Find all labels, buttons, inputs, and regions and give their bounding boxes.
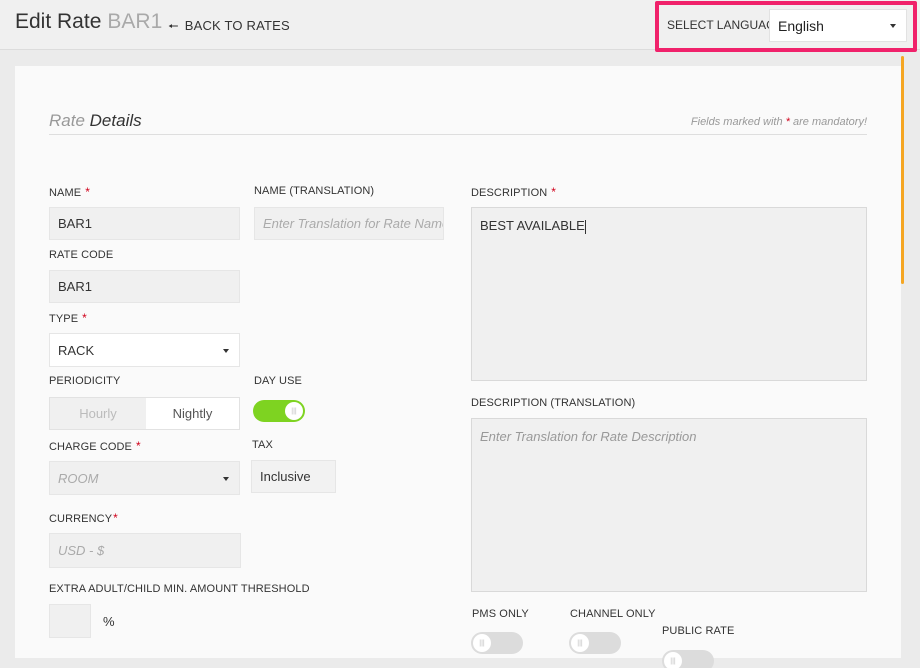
- periodicity-toggle: Hourly Nightly: [49, 397, 240, 430]
- section-title-bold: Details: [89, 111, 142, 130]
- chevron-down-icon: [223, 349, 229, 353]
- type-required-star: *: [82, 311, 87, 325]
- mandatory-note: Fields marked with * are mandatory!: [691, 116, 867, 128]
- day-use-label: DAY USE: [254, 375, 302, 387]
- tax-value: Inclusive: [260, 469, 311, 484]
- scrollbar-thumb[interactable]: [901, 56, 904, 284]
- description-required-star: *: [551, 185, 557, 199]
- toggle-knob: |||: [664, 652, 682, 668]
- toggle-knob: |||: [571, 634, 589, 652]
- day-use-toggle[interactable]: |||: [253, 400, 305, 422]
- language-selector-box: SELECT LANGUAGE English: [655, 1, 917, 52]
- language-value: English: [778, 18, 824, 34]
- rate-name-subtitle: BAR1: [107, 10, 163, 33]
- tax-value-field: Inclusive: [251, 460, 336, 493]
- charge-code-select[interactable]: ROOM: [49, 461, 240, 495]
- name-input[interactable]: BAR1: [49, 207, 240, 240]
- name-translation-input[interactable]: Enter Translation for Rate Name: [254, 207, 444, 240]
- type-select[interactable]: RACK: [49, 333, 240, 367]
- toggle-knob: |||: [285, 402, 303, 420]
- rate-code-input[interactable]: BAR1: [49, 270, 240, 303]
- rate-code-value: BAR1: [58, 279, 92, 294]
- arrow-left-icon: 🠔: [168, 19, 179, 33]
- section-divider: [49, 134, 867, 135]
- periodicity-label: PERIODICITY: [49, 375, 121, 387]
- description-translation-label: DESCRIPTION (TRANSLATION): [471, 397, 636, 409]
- channel-only-toggle[interactable]: |||: [569, 632, 621, 654]
- threshold-unit: %: [103, 614, 115, 629]
- rate-code-label: RATE CODE: [49, 249, 114, 261]
- chevron-down-icon: [890, 24, 896, 28]
- description-value: BEST AVAILABLE: [480, 218, 585, 233]
- mandatory-suffix: are mandatory!: [793, 116, 867, 128]
- public-rate-toggle[interactable]: |||: [662, 650, 714, 668]
- text-cursor: [584, 219, 586, 234]
- currency-placeholder: USD - $: [58, 543, 105, 558]
- charge-code-required-star: *: [136, 439, 141, 453]
- section-title: Rate Details: [49, 111, 142, 131]
- currency-label-text: CURRENCY: [49, 513, 113, 525]
- description-translation-placeholder: Enter Translation for Rate Description: [480, 429, 697, 444]
- toggle-knob: |||: [473, 634, 491, 652]
- language-select[interactable]: English: [769, 9, 907, 42]
- type-label-text: TYPE: [49, 313, 79, 325]
- description-translation-textarea[interactable]: Enter Translation for Rate Description: [471, 418, 867, 592]
- charge-code-label-text: CHARGE CODE: [49, 441, 132, 453]
- back-to-rates-link[interactable]: 🠔 BACK TO RATES: [168, 17, 290, 38]
- public-rate-label: PUBLIC RATE: [662, 625, 735, 637]
- name-label-text: NAME: [49, 187, 82, 199]
- name-label: NAME *: [49, 185, 90, 199]
- threshold-label: EXTRA ADULT/CHILD MIN. AMOUNT THRESHOLD: [49, 583, 310, 595]
- charge-code-placeholder: ROOM: [58, 470, 99, 486]
- mandatory-prefix: Fields marked with: [690, 116, 783, 128]
- pms-only-label: PMS ONLY: [472, 608, 529, 620]
- page-title-text: Edit Rate: [15, 10, 102, 33]
- name-value: BAR1: [58, 216, 92, 231]
- periodicity-nightly[interactable]: Nightly: [146, 398, 239, 429]
- description-label: DESCRIPTION *: [471, 185, 556, 199]
- currency-required-star: *: [113, 511, 118, 525]
- name-required-star: *: [85, 185, 90, 199]
- periodicity-hourly[interactable]: Hourly: [50, 398, 146, 429]
- type-value: RACK: [58, 342, 95, 358]
- chevron-down-icon: [223, 477, 229, 481]
- language-label: SELECT LANGUAGE: [667, 18, 784, 32]
- charge-code-label: CHARGE CODE *: [49, 439, 141, 453]
- type-label: TYPE *: [49, 311, 87, 325]
- name-translation-placeholder: Enter Translation for Rate Name: [263, 216, 444, 231]
- currency-input[interactable]: USD - $: [49, 533, 241, 568]
- tax-label: TAX: [252, 439, 273, 451]
- description-textarea[interactable]: BEST AVAILABLE: [471, 207, 867, 381]
- page-title: Edit Rate BAR1: [15, 10, 162, 34]
- pms-only-toggle[interactable]: |||: [471, 632, 523, 654]
- back-link-label: BACK TO RATES: [184, 18, 290, 33]
- section-title-light: Rate: [49, 111, 85, 130]
- threshold-input[interactable]: [49, 604, 91, 638]
- description-label-text: DESCRIPTION: [471, 187, 548, 199]
- currency-label: CURRENCY*: [49, 511, 118, 525]
- channel-only-label: CHANNEL ONLY: [570, 608, 656, 620]
- mandatory-star: *: [785, 116, 790, 128]
- name-translation-label: NAME (TRANSLATION): [254, 185, 375, 197]
